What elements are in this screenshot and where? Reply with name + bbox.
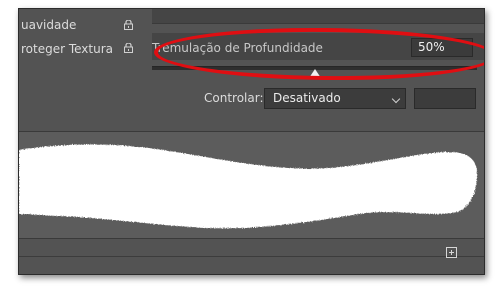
- control-extra-input[interactable]: [414, 88, 476, 109]
- lock-icon[interactable]: [124, 43, 133, 53]
- brush-settings-panel: uavidade roteger Textura Tremulação de P…: [18, 8, 485, 275]
- brush-stroke-preview: [19, 131, 484, 239]
- add-square-icon[interactable]: [446, 247, 457, 258]
- brush-stroke: [19, 144, 477, 229]
- control-select-value: Desativado: [273, 91, 341, 105]
- control-label: Controlar:: [204, 91, 264, 105]
- control-select[interactable]: Desativado: [264, 88, 406, 109]
- highlight-ellipse: [153, 26, 484, 82]
- option-label-smoothing: uavidade: [21, 18, 77, 32]
- lock-icon[interactable]: [124, 20, 133, 30]
- chevron-down-icon: [391, 94, 401, 104]
- footer-divider: [19, 256, 484, 257]
- option-label-protect-texture: roteger Textura: [21, 42, 114, 56]
- top-strip: [152, 9, 484, 24]
